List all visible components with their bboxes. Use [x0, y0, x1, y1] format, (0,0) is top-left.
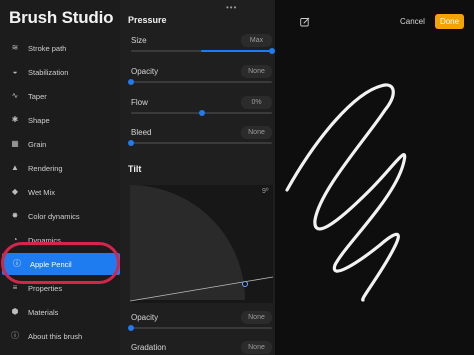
page-title: Brush Studio [9, 8, 114, 27]
sidebar: Brush Studio ≋ Stroke path ◒ Stabilizati… [0, 0, 120, 355]
pressure-opacity-slider[interactable] [128, 79, 272, 85]
brush-studio-window: Brush Studio ≋ Stroke path ◒ Stabilizati… [0, 0, 474, 355]
sidebar-item-materials[interactable]: ⬢ Materials [0, 301, 120, 323]
sidebar-item-dynamics[interactable]: ◔ Dynamics [0, 229, 120, 251]
pressure-size-slider[interactable] [131, 48, 275, 54]
sidebar-item-label: Rendering [28, 163, 63, 173]
section-title-pressure: Pressure [128, 15, 167, 25]
tilt-opacity-label: Opacity [131, 313, 159, 322]
properties-icon: ≡ [12, 283, 18, 292]
cancel-button[interactable]: Cancel [400, 17, 425, 26]
pressure-bleed-slider[interactable] [128, 140, 272, 146]
tilt-opacity-slider[interactable] [128, 325, 272, 331]
pressure-opacity-label: Opacity [131, 67, 159, 76]
sidebar-item-shape[interactable]: ✱ Shape [0, 109, 120, 131]
shape-icon: ✱ [11, 115, 19, 124]
pressure-bleed-value[interactable]: None [241, 126, 272, 139]
slider-knob[interactable] [128, 79, 134, 85]
slider-knob[interactable] [198, 110, 205, 116]
color-dynamics-icon: ✸ [11, 211, 19, 220]
sidebar-item-label: Stroke path [28, 43, 67, 53]
pressure-opacity-value[interactable]: None [241, 65, 272, 78]
done-button[interactable]: Done [435, 14, 464, 29]
sidebar-item-label: Shape [28, 115, 50, 125]
brush-preview-canvas[interactable] [275, 0, 474, 355]
sidebar-item-properties[interactable]: ≡ Properties [0, 277, 120, 299]
sidebar-item-label: Materials [28, 307, 59, 317]
brush-stroke-preview [285, 83, 407, 302]
sidebar-item-grain[interactable]: ▦ Grain [0, 133, 120, 155]
sidebar-item-stabilization[interactable]: ◒ Stabilization [0, 61, 120, 83]
stabilization-icon: ◒ [12, 67, 18, 76]
sidebar-item-label: Apple Pencil [30, 259, 72, 269]
taper-icon: ∿ [11, 91, 19, 100]
slider-knob[interactable] [128, 325, 134, 331]
about-icon: ⓘ [11, 331, 19, 340]
tilt-opacity-value[interactable]: None [241, 311, 272, 324]
stroke-path-icon: ≋ [11, 43, 19, 52]
slider-fill [201, 50, 272, 52]
sidebar-item-wet-mix[interactable]: ◆ Wet Mix [0, 181, 120, 203]
sidebar-item-label: Grain [28, 139, 47, 149]
sidebar-item-color-dynamics[interactable]: ✸ Color dynamics [0, 205, 120, 227]
tilt-gradation-label: Gradation [131, 343, 167, 352]
slider-knob[interactable] [128, 140, 134, 146]
rendering-icon: ▲ [11, 163, 19, 172]
sidebar-item-label: Properties [28, 283, 63, 293]
sidebar-item-label: Taper [28, 91, 47, 101]
sidebar-item-label: Wet Mix [28, 187, 55, 197]
sidebar-item-apple-pencil[interactable]: ⓘ Apple Pencil [2, 253, 120, 275]
pressure-size-value[interactable]: Max [241, 34, 272, 47]
pressure-flow-slider[interactable] [131, 110, 272, 116]
tilt-angle-handle[interactable] [242, 281, 248, 287]
sidebar-item-label: Dynamics [28, 235, 61, 245]
sidebar-item-taper[interactable]: ∿ Taper [0, 85, 120, 107]
pressure-bleed-label: Bleed [131, 128, 152, 137]
sidebar-item-label: Stabilization [28, 67, 69, 77]
section-title-tilt: Tilt [128, 164, 142, 174]
tilt-graph[interactable] [130, 185, 273, 303]
pressure-size-label: Size [131, 36, 147, 45]
wet-mix-icon: ◆ [11, 187, 19, 196]
tilt-gradation-value[interactable]: None [241, 341, 272, 354]
sidebar-item-stroke-path[interactable]: ≋ Stroke path [0, 37, 120, 59]
sidebar-item-label: About this brush [28, 331, 83, 341]
sidebar-item-about-this-brush[interactable]: ⓘ About this brush [0, 325, 120, 347]
pencil-edit-icon[interactable] [300, 17, 310, 27]
tilt-graph-drawing [130, 185, 273, 302]
grain-icon: ▦ [11, 139, 19, 148]
pressure-flow-value[interactable]: 0% [241, 96, 272, 109]
tilt-quarter-arc [130, 185, 245, 300]
panel-grabber-icon[interactable]: ••• [226, 3, 237, 12]
materials-icon: ⬢ [11, 307, 19, 316]
pressure-flow-label: Flow [131, 98, 148, 107]
sidebar-item-rendering[interactable]: ▲ Rendering [0, 157, 120, 179]
sample-stroke [285, 83, 407, 302]
dynamics-icon: ◔ [12, 235, 18, 244]
tilt-angle-readout: 9º [262, 188, 269, 195]
sidebar-item-label: Color dynamics [28, 211, 80, 221]
info-icon: ⓘ [13, 259, 21, 268]
